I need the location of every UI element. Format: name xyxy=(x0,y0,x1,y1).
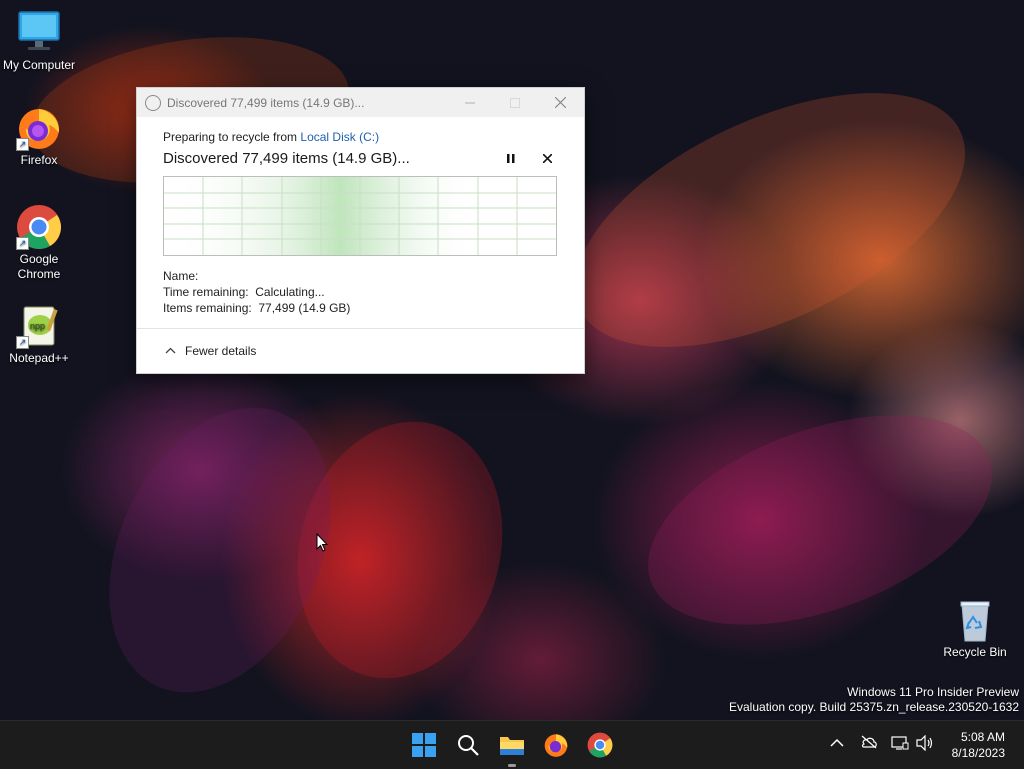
name-row: Name: xyxy=(163,268,558,284)
maximize-icon xyxy=(510,97,520,108)
desktop-icon-notepadpp[interactable]: npp ↗ Notepad++ xyxy=(1,303,77,365)
clock-date: 8/18/2023 xyxy=(951,746,1005,760)
taskbar: 5:08 AM 8/18/2023 xyxy=(0,720,1024,769)
notepadpp-icon: npp ↗ xyxy=(16,303,62,349)
time-remaining-value: Calculating... xyxy=(255,285,325,299)
fewer-details-toggle[interactable]: Fewer details xyxy=(165,344,256,358)
close-button[interactable] xyxy=(537,88,583,117)
items-remaining-row: Items remaining: 77,499 (14.9 GB) xyxy=(163,300,558,316)
recycle-progress-dialog: Discovered 77,499 items (14.9 GB)... Pre… xyxy=(136,87,585,374)
chrome-taskbar-button[interactable] xyxy=(584,729,616,761)
items-remaining-value: 77,499 (14.9 GB) xyxy=(258,301,351,315)
watermark-line-2: Evaluation copy. Build 25375.zn_release.… xyxy=(729,700,1019,714)
desktop-icon-my-computer[interactable]: My Computer xyxy=(1,10,77,72)
progress-graph xyxy=(163,176,557,256)
file-explorer-icon xyxy=(500,737,524,755)
firefox-icon: ↗ xyxy=(16,105,62,151)
progress-details: Name: Time remaining: Calculating... Ite… xyxy=(163,268,558,316)
maximize-button xyxy=(492,88,538,117)
minimize-icon xyxy=(465,102,475,103)
search-icon xyxy=(458,735,479,756)
chevron-up-icon xyxy=(165,345,176,357)
desktop-icon-label: Notepad++ xyxy=(9,351,69,365)
desktop-icon-label: Google Chrome xyxy=(17,252,61,281)
source-description: Preparing to recycle from Local Disk (C:… xyxy=(163,130,558,144)
prep-text: Preparing to recycle from xyxy=(163,130,301,144)
svg-text:npp: npp xyxy=(30,321,45,331)
pause-icon xyxy=(507,153,515,163)
firefox-icon xyxy=(544,734,568,757)
shortcut-arrow-icon: ↗ xyxy=(16,138,29,151)
search-button[interactable] xyxy=(452,729,484,761)
desktop-icon-firefox[interactable]: ↗ Firefox xyxy=(1,105,77,167)
cancel-button[interactable] xyxy=(536,149,558,167)
chevron-up-icon xyxy=(830,738,844,747)
name-label: Name: xyxy=(163,269,199,283)
evaluation-watermark: Windows 11 Pro Insider Preview Evaluatio… xyxy=(729,685,1019,715)
fewer-details-label: Fewer details xyxy=(185,344,257,358)
time-remaining-label: Time remaining: xyxy=(163,285,249,299)
desktop-icon-chrome[interactable]: ↗ Google Chrome xyxy=(1,204,77,282)
dialog-separator xyxy=(137,328,584,329)
monitor-icon xyxy=(16,10,62,56)
start-icon xyxy=(412,733,436,757)
desktop-icon-recycle-bin[interactable]: Recycle Bin xyxy=(937,597,1013,659)
time-remaining-row: Time remaining: Calculating... xyxy=(163,284,558,300)
desktop-icon-label: My Computer xyxy=(2,58,76,72)
close-icon xyxy=(542,153,552,163)
dialog-titlebar[interactable]: Discovered 77,499 items (14.9 GB)... xyxy=(137,88,584,117)
system-clock[interactable]: 5:08 AM 8/18/2023 xyxy=(952,729,1005,761)
recycle-bin-icon xyxy=(952,597,998,643)
progress-headline: Discovered 77,499 items (14.9 GB)... xyxy=(163,149,410,167)
desktop-icon-label: Firefox xyxy=(20,153,58,167)
chrome-icon xyxy=(587,732,613,758)
minimize-button[interactable] xyxy=(447,88,493,117)
items-remaining-label: Items remaining: xyxy=(163,301,252,315)
cloud-offline-icon xyxy=(861,735,877,749)
dialog-title: Discovered 77,499 items (14.9 GB)... xyxy=(167,95,365,110)
clock-time: 5:08 AM xyxy=(960,730,1005,744)
desktop-icon-label: Recycle Bin xyxy=(943,645,1007,659)
network-icon xyxy=(891,736,909,750)
shortcut-arrow-icon: ↗ xyxy=(16,237,29,250)
volume-icon xyxy=(916,734,933,752)
watermark-line-1: Windows 11 Pro Insider Preview xyxy=(847,685,1019,699)
firefox-taskbar-button[interactable] xyxy=(540,729,572,761)
close-icon xyxy=(554,97,566,108)
file-explorer-button[interactable] xyxy=(496,729,528,767)
progress-clock-icon xyxy=(145,94,161,111)
shortcut-arrow-icon: ↗ xyxy=(16,336,29,349)
pause-button[interactable] xyxy=(500,149,522,167)
start-button[interactable] xyxy=(408,729,440,761)
network-button[interactable] xyxy=(891,735,909,754)
chrome-icon: ↗ xyxy=(16,204,62,250)
onedrive-button[interactable] xyxy=(860,735,878,752)
show-hidden-icons-button[interactable] xyxy=(830,735,844,751)
source-drive-link[interactable]: Local Disk (C:) xyxy=(300,130,379,144)
running-indicator xyxy=(508,764,516,767)
volume-button[interactable] xyxy=(916,734,934,754)
